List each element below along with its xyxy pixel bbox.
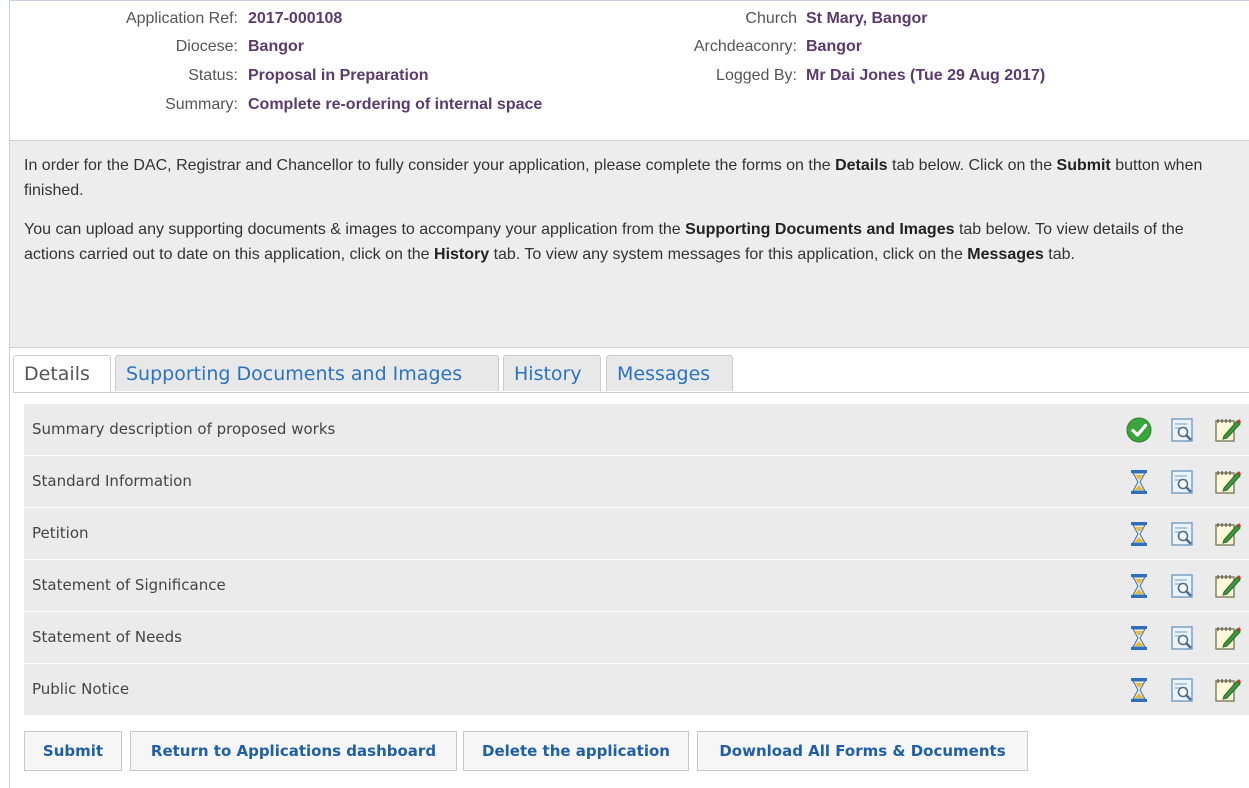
edit-form-icon[interactable] xyxy=(1213,416,1241,444)
view-form-icon[interactable] xyxy=(1169,468,1197,496)
form-row: Public Notice xyxy=(24,664,1249,716)
view-form-icon[interactable] xyxy=(1169,572,1197,600)
hourglass-icon xyxy=(1125,676,1153,704)
church-value: St Mary, Bangor xyxy=(806,10,928,27)
tab-details[interactable]: Details xyxy=(13,355,111,392)
form-row: Petition xyxy=(24,508,1249,560)
form-row-label: Public Notice xyxy=(32,680,130,698)
edit-form-icon[interactable] xyxy=(1213,572,1241,600)
forms-list: Summary description of proposed works St… xyxy=(24,404,1249,716)
hourglass-icon xyxy=(1125,468,1153,496)
edit-form-icon[interactable] xyxy=(1213,520,1241,548)
form-row-label: Summary description of proposed works xyxy=(32,420,336,438)
app-ref-label: Application Ref: xyxy=(125,10,238,27)
archdeaconry-label: Archdeaconry: xyxy=(693,38,797,55)
status-value: Proposal in Preparation xyxy=(248,67,429,84)
download-all-button[interactable]: Download All Forms & Documents xyxy=(697,731,1028,771)
status-label: Status: xyxy=(188,67,238,84)
edit-form-icon[interactable] xyxy=(1213,624,1241,652)
summary-value: Complete re-ordering of internal space xyxy=(248,96,543,113)
diocese-value: Bangor xyxy=(248,38,304,55)
hourglass-icon xyxy=(1125,520,1153,548)
delete-application-button[interactable]: Delete the application xyxy=(463,731,689,771)
instructions-paragraph-2: You can upload any supporting documents … xyxy=(24,221,1184,263)
view-form-icon[interactable] xyxy=(1169,624,1197,652)
summary-label: Summary: xyxy=(165,96,238,113)
view-form-icon[interactable] xyxy=(1169,520,1197,548)
edit-form-icon[interactable] xyxy=(1213,468,1241,496)
form-row: Statement of Significance xyxy=(24,560,1249,612)
form-row: Summary description of proposed works xyxy=(24,404,1249,456)
hourglass-icon xyxy=(1125,624,1153,652)
form-row: Standard Information xyxy=(24,456,1249,508)
archdeaconry-value: Bangor xyxy=(806,38,862,55)
form-row-label: Standard Information xyxy=(32,472,192,490)
form-row-label: Statement of Needs xyxy=(32,628,182,646)
instructions-paragraph-1: In order for the DAC, Registrar and Chan… xyxy=(24,157,1203,199)
tab-messages[interactable]: Messages xyxy=(606,355,733,391)
edit-form-icon[interactable] xyxy=(1213,676,1241,704)
view-form-icon[interactable] xyxy=(1169,416,1197,444)
tab-bar: Details Supporting Documents and Images … xyxy=(13,355,1249,393)
application-info: Application Ref: 2017-000108 Diocese: Ba… xyxy=(10,10,1240,130)
church-label: Church xyxy=(745,10,797,27)
diocese-label: Diocese: xyxy=(175,38,238,55)
check-icon xyxy=(1125,416,1153,444)
logged-by-value: Mr Dai Jones (Tue 29 Aug 2017) xyxy=(806,67,1046,84)
hourglass-icon xyxy=(1125,572,1153,600)
tab-history[interactable]: History xyxy=(503,355,601,391)
logged-by-label: Logged By: xyxy=(716,67,797,84)
return-to-dashboard-button[interactable]: Return to Applications dashboard xyxy=(130,731,457,771)
form-row-label: Statement of Significance xyxy=(32,576,226,594)
form-row: Statement of Needs xyxy=(24,612,1249,664)
form-row-label: Petition xyxy=(32,524,89,542)
tab-supporting-documents[interactable]: Supporting Documents and Images xyxy=(115,355,499,391)
submit-button[interactable]: Submit xyxy=(24,731,122,771)
view-form-icon[interactable] xyxy=(1169,676,1197,704)
instructions-panel: In order for the DAC, Registrar and Chan… xyxy=(10,140,1249,348)
app-ref-value: 2017-000108 xyxy=(248,10,343,27)
